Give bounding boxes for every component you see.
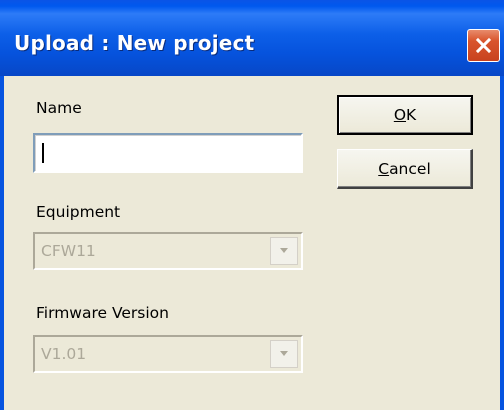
equipment-value: CFW11 [41, 242, 96, 260]
window-frame-left [0, 76, 4, 410]
ok-button[interactable]: OK [337, 95, 473, 135]
firmware-version-label: Firmware Version [36, 304, 169, 322]
equipment-dropdown-button [270, 237, 298, 265]
window-title: Upload : New project [14, 31, 255, 55]
firmware-version-dropdown: V1.01 [33, 335, 303, 373]
title-bar[interactable]: Upload : New project [0, 0, 504, 76]
firmware-version-value: V1.01 [41, 345, 87, 363]
ok-label-rest: K [406, 106, 417, 124]
window-frame-right [500, 76, 504, 410]
name-label: Name [36, 99, 82, 117]
close-icon [475, 37, 492, 54]
cancel-mnemonic: C [378, 159, 390, 178]
equipment-dropdown: CFW11 [33, 232, 303, 270]
chevron-down-icon [280, 248, 288, 253]
cancel-button[interactable]: Cancel [337, 149, 473, 189]
close-button[interactable] [467, 29, 500, 62]
text-caret [42, 143, 44, 163]
dialog-window: Upload : New project Name Equipment CFW1… [0, 0, 504, 410]
firmware-dropdown-button [270, 340, 298, 368]
name-input[interactable] [35, 135, 301, 171]
ok-mnemonic: O [393, 106, 407, 124]
cancel-label-rest: ancel [389, 159, 431, 178]
equipment-label: Equipment [36, 203, 121, 221]
name-field[interactable] [33, 133, 303, 173]
chevron-down-icon [280, 351, 288, 356]
